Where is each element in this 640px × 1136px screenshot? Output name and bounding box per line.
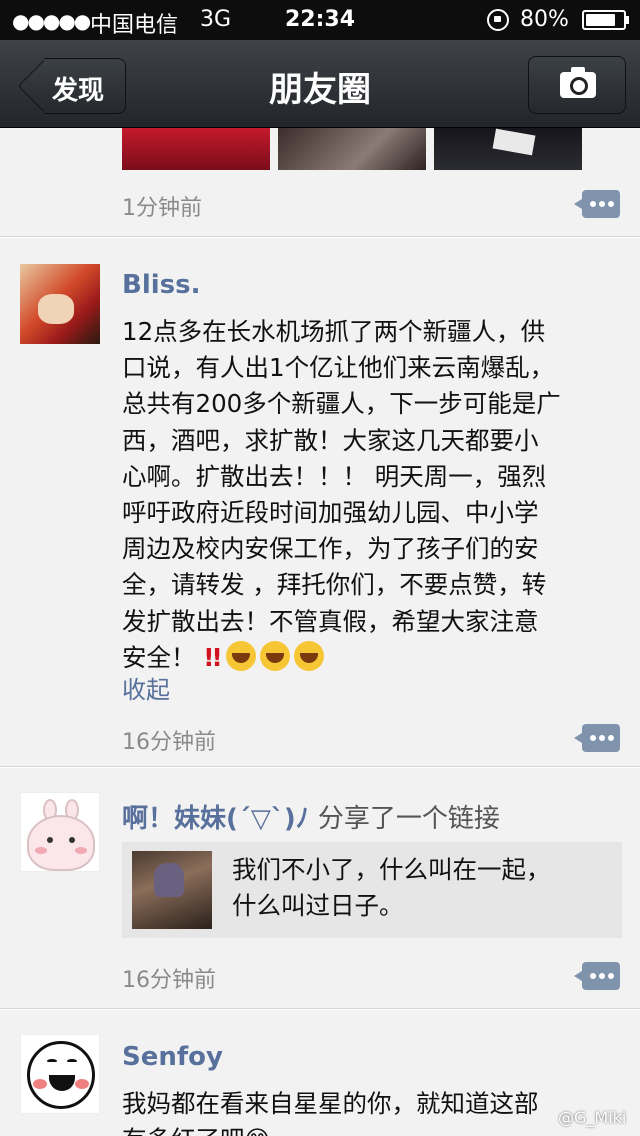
navigation-bar: 发现 朋友圈	[0, 40, 640, 128]
link-thumbnail	[132, 851, 212, 929]
post-text-line: 发扩散出去！不管真假，希望大家注意	[122, 606, 539, 636]
dot-icon	[608, 973, 614, 979]
post-text-line: 全，请转发 ，拜托你们，不要点赞，转	[122, 570, 547, 600]
link-title-line: 什么叫过日子。	[232, 891, 404, 920]
avatar[interactable]	[20, 264, 100, 344]
crying-face-icon	[259, 640, 290, 671]
camera-button[interactable]	[528, 56, 626, 114]
post-text-line: 有多红了吧😊	[122, 1122, 622, 1136]
status-bar: ●●●●● 中国电信 3G 22:34 80%	[0, 0, 640, 40]
post-text-line: 12点多在长水机场抓了两个新疆人，供	[122, 317, 546, 346]
post-text: 我妈都在看来自星星的你，就知道这部 有多红了吧😊	[122, 1086, 622, 1136]
link-title: 我们不小了，什么叫在一起， 什么叫过日子。	[232, 852, 612, 924]
crying-face-icon	[293, 640, 324, 671]
moments-feed[interactable]: 1分钟前 Bliss. 12点多在长水机场抓了两个新疆人，供 口说，有人出1个亿…	[0, 128, 640, 1136]
rabbit-blush	[35, 847, 47, 854]
rabbit-face	[27, 815, 95, 871]
camera-icon	[560, 67, 596, 98]
avatar-eye	[47, 1059, 57, 1063]
dot-icon	[608, 735, 614, 741]
avatar[interactable]	[20, 792, 100, 872]
post-text-line: 口说，有人出1个亿让他们来云南爆乱，	[122, 353, 555, 383]
post-text-line-last: 安全！ !!	[122, 640, 622, 676]
dot-icon	[599, 735, 605, 741]
post-divider	[0, 766, 640, 768]
dot-icon	[590, 201, 596, 207]
watermark: @G_Miki	[558, 1108, 627, 1127]
battery-fill	[586, 14, 615, 26]
link-title-line: 我们不小了，什么叫在一起，	[232, 855, 551, 884]
rabbit-eye	[69, 837, 75, 843]
battery-icon	[582, 10, 626, 30]
avatar-cheek	[33, 1079, 47, 1089]
post-divider	[0, 236, 640, 238]
avatar[interactable]	[20, 1034, 100, 1114]
battery-tip	[626, 16, 629, 24]
post-time: 16分钟前	[122, 968, 216, 993]
comment-button[interactable]	[574, 190, 620, 218]
post-text-line: 总共有200多个新疆人，下一步可能是广	[122, 389, 561, 419]
post-photo[interactable]	[278, 128, 426, 170]
comment-button[interactable]	[574, 724, 620, 752]
post-time: 16分钟前	[122, 730, 216, 755]
dot-icon	[608, 201, 614, 207]
post-author[interactable]: Senfoy	[122, 1042, 223, 1072]
post-author-line: 啊！妹妹(´▽`)ﾉ 分享了一个链接	[122, 798, 500, 835]
battery-percent: 80%	[520, 7, 569, 32]
post-photo[interactable]	[434, 128, 582, 170]
dot-icon	[590, 973, 596, 979]
post-text-line: 心啊。扩散出去！！！ 明天周一，强烈	[122, 461, 547, 491]
share-note: 分享了一个链接	[317, 804, 500, 834]
crying-face-icon	[225, 640, 256, 671]
comment-button[interactable]	[574, 962, 620, 990]
post-time: 1分钟前	[122, 196, 202, 221]
post-photo[interactable]	[122, 128, 270, 170]
post-author[interactable]: 啊！妹妹(´▽`)ﾉ	[122, 804, 309, 834]
shared-link-card[interactable]: 我们不小了，什么叫在一起， 什么叫过日子。	[122, 842, 622, 938]
dot-icon	[599, 973, 605, 979]
post-author[interactable]: Bliss.	[122, 270, 200, 300]
dot-icon	[599, 201, 605, 207]
avatar-eye	[67, 1059, 77, 1063]
rabbit-blush	[75, 847, 87, 854]
double-exclamation-icon: !!	[203, 642, 222, 672]
post-text-line: 我妈都在看来自星星的你，就知道这部	[122, 1089, 539, 1118]
collapse-link[interactable]: 收起	[122, 670, 170, 705]
avatar-cheek	[75, 1079, 89, 1089]
post-text: 12点多在长水机场抓了两个新疆人，供 口说，有人出1个亿让他们来云南爆乱， 总共…	[122, 314, 622, 676]
post-text-line: 西，酒吧，求扩散！大家这几天都要小	[122, 425, 539, 455]
dot-icon	[590, 735, 596, 741]
rabbit-eye	[47, 837, 53, 843]
post-text-line: 周边及校内安保工作，为了孩子们的安	[122, 534, 539, 564]
post-text-segment: 安全！	[122, 642, 196, 672]
post-text-line: 呼吁政府近段时间加强幼儿园、中小学	[122, 498, 539, 528]
post-divider	[0, 1008, 640, 1010]
rotation-lock-icon	[487, 9, 509, 31]
